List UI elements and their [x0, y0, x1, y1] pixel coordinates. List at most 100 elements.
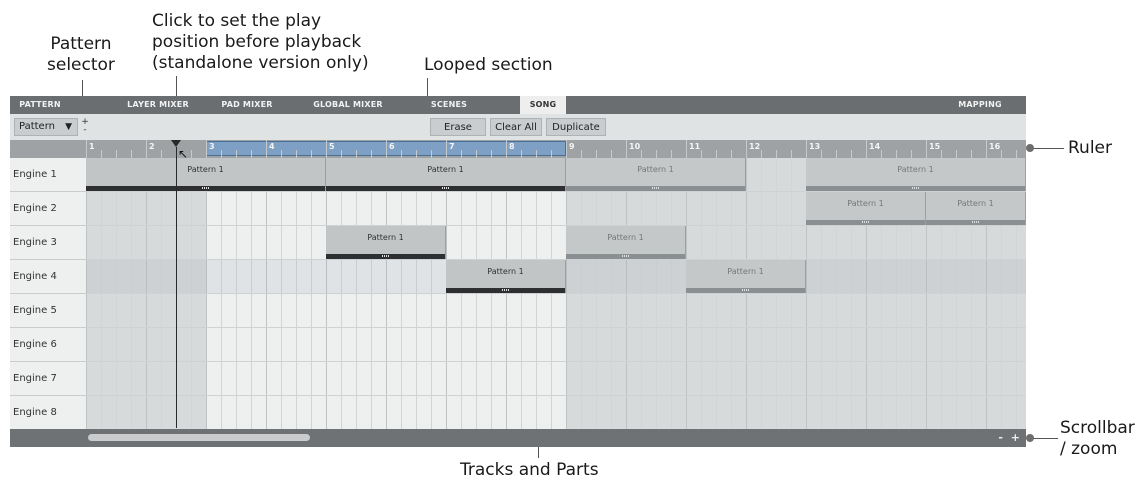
erase-button[interactable]: Erase: [430, 118, 486, 136]
track-header[interactable]: Engine 8: [10, 396, 86, 430]
song-part[interactable]: Pattern 1: [326, 158, 566, 191]
minus-icon[interactable]: -: [80, 126, 90, 135]
grip-icon: [441, 187, 450, 189]
ruler-tick: [926, 140, 927, 158]
ruler-tick: [671, 150, 672, 158]
part-resize-handle[interactable]: [86, 186, 325, 191]
ruler-bar-label: 6: [389, 142, 395, 151]
grip-icon: [201, 187, 210, 189]
ruler-tick: [86, 140, 87, 158]
ruler-tick: [566, 140, 567, 158]
track-lane[interactable]: [86, 294, 1026, 328]
track-header[interactable]: Engine 3: [10, 226, 86, 260]
ruler-tick: [821, 150, 822, 158]
grip-icon: [621, 255, 630, 257]
pattern-add-remove[interactable]: + -: [80, 118, 90, 136]
part-resize-handle[interactable]: [326, 254, 445, 259]
ruler-bar-label: 15: [929, 142, 941, 151]
song-part[interactable]: Pattern 1: [806, 192, 926, 225]
part-resize-handle[interactable]: [806, 186, 1025, 191]
song-part[interactable]: Pattern 1: [686, 260, 806, 293]
ruler-bar-label: 12: [749, 142, 761, 151]
song-part[interactable]: Pattern 1: [806, 158, 1026, 191]
part-resize-handle[interactable]: [566, 254, 685, 259]
track-lane[interactable]: [86, 362, 1026, 396]
tab-bar: PATTERN LAYER MIXER PAD MIXER GLOBAL MIX…: [10, 96, 1026, 114]
track-lane[interactable]: [86, 396, 1026, 430]
track-header[interactable]: Engine 6: [10, 328, 86, 362]
ruler-tick: [776, 150, 777, 158]
ruler-tick: [446, 140, 447, 158]
song-part[interactable]: Pattern 1: [446, 260, 566, 293]
ruler-tick: [311, 150, 312, 158]
ruler-tick: [161, 150, 162, 158]
grip-icon: [741, 289, 750, 291]
scrollbar[interactable]: - +: [10, 429, 1026, 447]
ruler-bar-label: 13: [809, 142, 821, 151]
part-label: Pattern 1: [187, 165, 224, 174]
ruler-tick: [251, 150, 252, 158]
track-header[interactable]: Engine 4: [10, 260, 86, 294]
part-label: Pattern 1: [637, 165, 674, 174]
song-part[interactable]: Pattern 1: [926, 192, 1026, 225]
song-editor: PATTERN LAYER MIXER PAD MIXER GLOBAL MIX…: [10, 96, 1026, 447]
duplicate-button[interactable]: Duplicate: [546, 118, 606, 136]
part-resize-handle[interactable]: [446, 288, 565, 293]
song-part[interactable]: Pattern 1: [566, 158, 746, 191]
track-header[interactable]: Engine 2: [10, 192, 86, 226]
part-resize-handle[interactable]: [686, 288, 805, 293]
pattern-selector-value: Pattern: [19, 121, 55, 132]
ruler-tick: [416, 150, 417, 158]
part-label: Pattern 1: [487, 267, 524, 276]
part-label: Pattern 1: [957, 199, 994, 208]
track-header[interactable]: Engine 7: [10, 362, 86, 396]
mouse-cursor-icon: ↖: [178, 147, 189, 161]
ruler-tick: [401, 150, 402, 158]
tab-layer-mixer[interactable]: LAYER MIXER: [118, 96, 198, 114]
part-resize-handle[interactable]: [806, 220, 925, 225]
pattern-selector[interactable]: Pattern ▼: [14, 118, 78, 136]
track-header[interactable]: Engine 5: [10, 294, 86, 328]
tab-mapping[interactable]: MAPPING: [950, 96, 1010, 114]
ruler-bar-label: 9: [569, 142, 575, 151]
part-label: Pattern 1: [897, 165, 934, 174]
part-resize-handle[interactable]: [926, 220, 1025, 225]
clear-all-button[interactable]: Clear All: [490, 118, 542, 136]
tab-song[interactable]: SONG: [520, 96, 566, 114]
track-lane[interactable]: [86, 328, 1026, 362]
annotation-ruler: Ruler: [1068, 138, 1112, 158]
track-lane[interactable]: [86, 226, 1026, 260]
song-part[interactable]: Pattern 1: [326, 226, 446, 259]
tab-pad-mixer[interactable]: PAD MIXER: [214, 96, 280, 114]
zoom-controls[interactable]: - +: [998, 431, 1022, 444]
ruler-tick: [986, 140, 987, 158]
ruler-tick: [626, 140, 627, 158]
part-resize-handle[interactable]: [566, 186, 745, 191]
ruler-tick: [491, 150, 492, 158]
ruler-tick: [641, 150, 642, 158]
ruler-tick: [611, 150, 612, 158]
chevron-down-icon: ▼: [65, 122, 72, 132]
ruler-tick: [326, 140, 327, 158]
track-header[interactable]: Engine 1: [10, 158, 86, 192]
tab-scenes[interactable]: SCENES: [424, 96, 474, 114]
ruler-tick: [101, 150, 102, 158]
playhead-marker[interactable]: [171, 140, 181, 147]
ruler-tick: [356, 150, 357, 158]
tab-pattern[interactable]: PATTERN: [10, 96, 70, 114]
grip-icon: [651, 187, 660, 189]
song-part[interactable]: Pattern 1: [86, 158, 326, 191]
ruler-tick: [746, 140, 747, 158]
ruler-tick: [386, 140, 387, 158]
ruler-bar-label: 1: [89, 142, 95, 151]
song-part[interactable]: Pattern 1: [566, 226, 686, 259]
tab-global-mixer[interactable]: GLOBAL MIXER: [306, 96, 390, 114]
annotation-play-position: Click to set the play position before pl…: [152, 11, 369, 73]
annotation-leader-scrollbar-zoom: [1032, 438, 1058, 439]
scrollbar-thumb[interactable]: [88, 434, 310, 441]
annotation-tracks-parts: Tracks and Parts: [460, 460, 599, 480]
part-resize-handle[interactable]: [326, 186, 565, 191]
ruler[interactable]: 1 2 3 4 5 6 7 8 9 10 11 12 13 14 15 16: [86, 140, 1026, 158]
ruler-tick: [341, 150, 342, 158]
ruler-tick: [221, 150, 222, 158]
